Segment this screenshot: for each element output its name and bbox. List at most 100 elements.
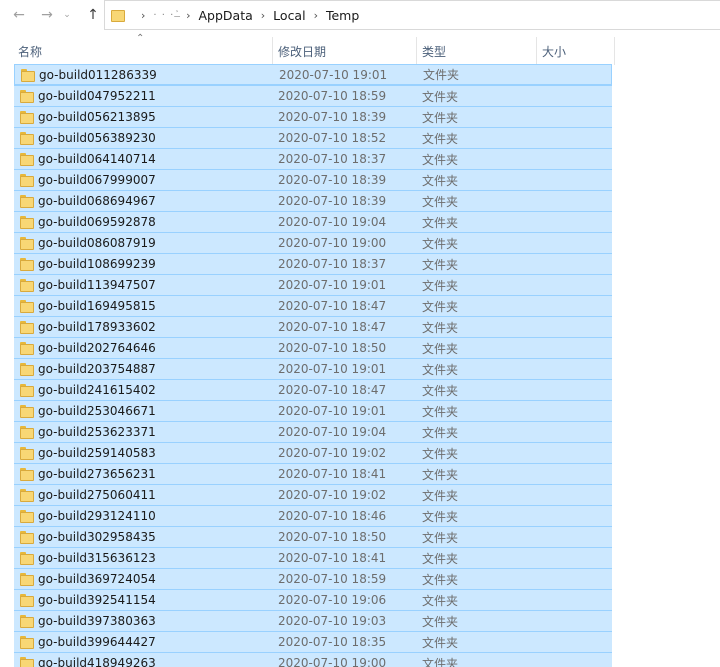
back-arrow-icon[interactable]: ← [8,4,30,26]
modified-date: 2020-07-10 18:52 [278,131,387,145]
folder-icon [20,384,34,397]
file-row[interactable]: go-build241615402 2020-07-10 18:47 文件夹 [14,379,612,400]
file-name: go-build392541154 [38,593,156,607]
address-bar: ← → ⌄ ↑ › · · · ̶͐ › AppData › Local › T… [0,0,720,30]
modified-date: 2020-07-10 18:47 [278,383,387,397]
modified-date: 2020-07-10 19:02 [278,488,387,502]
modified-date: 2020-07-10 18:41 [278,551,387,565]
up-arrow-icon[interactable]: ↑ [82,4,104,26]
file-row[interactable]: go-build275060411 2020-07-10 19:02 文件夹 [14,484,612,505]
forward-arrow-icon[interactable]: → [36,4,58,26]
file-name: go-build086087919 [38,236,156,250]
file-row[interactable]: go-build068694967 2020-07-10 18:39 文件夹 [14,190,612,211]
file-row[interactable]: go-build011286339 2020-07-10 19:01 文件夹 [14,64,612,85]
file-name: go-build418949263 [38,656,156,667]
chevron-right-icon[interactable]: › [314,9,318,22]
file-type: 文件夹 [422,383,459,398]
file-type: 文件夹 [422,488,459,503]
file-row[interactable]: go-build253046671 2020-07-10 19:01 文件夹 [14,400,612,421]
file-type: 文件夹 [422,593,459,608]
file-row[interactable]: go-build108699239 2020-07-10 18:37 文件夹 [14,253,612,274]
folder-icon [20,594,34,607]
file-type: 文件夹 [422,299,459,314]
file-row[interactable]: go-build397380363 2020-07-10 19:03 文件夹 [14,610,612,631]
file-row[interactable]: go-build399644427 2020-07-10 18:35 文件夹 [14,631,612,652]
breadcrumb-local[interactable]: Local [273,8,305,23]
folder-icon [20,174,34,187]
modified-date: 2020-07-10 18:39 [278,110,387,124]
folder-icon [20,90,34,103]
file-type: 文件夹 [422,257,459,272]
column-header-name[interactable]: 名称 [14,41,272,63]
chevron-right-icon[interactable]: › [186,9,190,22]
column-divider[interactable] [536,37,537,65]
file-type: 文件夹 [422,236,459,251]
file-row[interactable]: go-build293124110 2020-07-10 18:46 文件夹 [14,505,612,526]
folder-icon [20,153,34,166]
column-divider[interactable] [614,37,615,65]
column-divider[interactable] [272,37,273,65]
modified-date: 2020-07-10 19:04 [278,425,387,439]
file-type: 文件夹 [422,467,459,482]
file-row[interactable]: go-build064140714 2020-07-10 18:37 文件夹 [14,148,612,169]
file-row[interactable]: go-build178933602 2020-07-10 18:47 文件夹 [14,316,612,337]
file-row[interactable]: go-build069592878 2020-07-10 19:04 文件夹 [14,211,612,232]
breadcrumb-appdata[interactable]: AppData [198,8,252,23]
file-name: go-build203754887 [38,362,156,376]
file-row[interactable]: go-build369724054 2020-07-10 18:59 文件夹 [14,568,612,589]
file-row[interactable]: go-build302958435 2020-07-10 18:50 文件夹 [14,526,612,547]
file-row[interactable]: go-build259140583 2020-07-10 19:02 文件夹 [14,442,612,463]
file-type: 文件夹 [422,131,459,146]
file-name: go-build397380363 [38,614,156,628]
folder-icon [20,489,34,502]
file-name: go-build253046671 [38,404,156,418]
file-row[interactable]: go-build273656231 2020-07-10 18:41 文件夹 [14,463,612,484]
column-header-size[interactable]: 大小 [538,41,616,63]
path-box[interactable]: › · · · ̶͐ › AppData › Local › Temp [104,0,720,30]
file-row[interactable]: go-build203754887 2020-07-10 19:01 文件夹 [14,358,612,379]
modified-date: 2020-07-10 19:01 [279,67,388,82]
column-header-date[interactable]: 修改日期 [274,41,416,63]
chevron-right-icon[interactable]: › [261,9,265,22]
file-type: 文件夹 [422,446,459,461]
chevron-right-icon[interactable]: › [141,9,145,22]
file-row[interactable]: go-build056213895 2020-07-10 18:39 文件夹 [14,106,612,127]
modified-date: 2020-07-10 18:35 [278,635,387,649]
file-type: 文件夹 [422,152,459,167]
file-name: go-build113947507 [38,278,156,292]
folder-icon [20,195,34,208]
modified-date: 2020-07-10 18:41 [278,467,387,481]
column-header-row: ⌃ 名称 修改日期 类型 大小 [0,33,720,65]
file-name: go-build399644427 [38,635,156,649]
recent-locations-chevron-icon[interactable]: ⌄ [60,4,74,26]
file-row[interactable]: go-build418949263 2020-07-10 19:00 文件夹 [14,652,612,667]
modified-date: 2020-07-10 19:03 [278,614,387,628]
file-row[interactable]: go-build253623371 2020-07-10 19:04 文件夹 [14,421,612,442]
breadcrumb-user[interactable]: · · · ̶͐ [153,10,178,21]
modified-date: 2020-07-10 19:01 [278,362,387,376]
modified-date: 2020-07-10 18:39 [278,194,387,208]
modified-date: 2020-07-10 18:59 [278,89,387,103]
file-row[interactable]: go-build056389230 2020-07-10 18:52 文件夹 [14,127,612,148]
file-row[interactable]: go-build047952211 2020-07-10 18:59 文件夹 [14,85,612,106]
modified-date: 2020-07-10 19:00 [278,236,387,250]
file-row[interactable]: go-build086087919 2020-07-10 19:00 文件夹 [14,232,612,253]
folder-icon [20,300,34,313]
file-row[interactable]: go-build392541154 2020-07-10 19:06 文件夹 [14,589,612,610]
column-divider[interactable] [416,37,417,65]
file-name: go-build067999007 [38,173,156,187]
modified-date: 2020-07-10 18:46 [278,509,387,523]
file-type: 文件夹 [422,173,459,188]
file-row[interactable]: go-build113947507 2020-07-10 19:01 文件夹 [14,274,612,295]
file-row[interactable]: go-build202764646 2020-07-10 18:50 文件夹 [14,337,612,358]
modified-date: 2020-07-10 18:47 [278,320,387,334]
file-name: go-build064140714 [38,152,156,166]
column-header-type[interactable]: 类型 [418,41,536,63]
breadcrumb-temp[interactable]: Temp [326,8,359,23]
file-row[interactable]: go-build169495815 2020-07-10 18:47 文件夹 [14,295,612,316]
file-type: 文件夹 [422,614,459,629]
file-row[interactable]: go-build315636123 2020-07-10 18:41 文件夹 [14,547,612,568]
file-row[interactable]: go-build067999007 2020-07-10 18:39 文件夹 [14,169,612,190]
file-name: go-build315636123 [38,551,156,565]
file-name: go-build068694967 [38,194,156,208]
